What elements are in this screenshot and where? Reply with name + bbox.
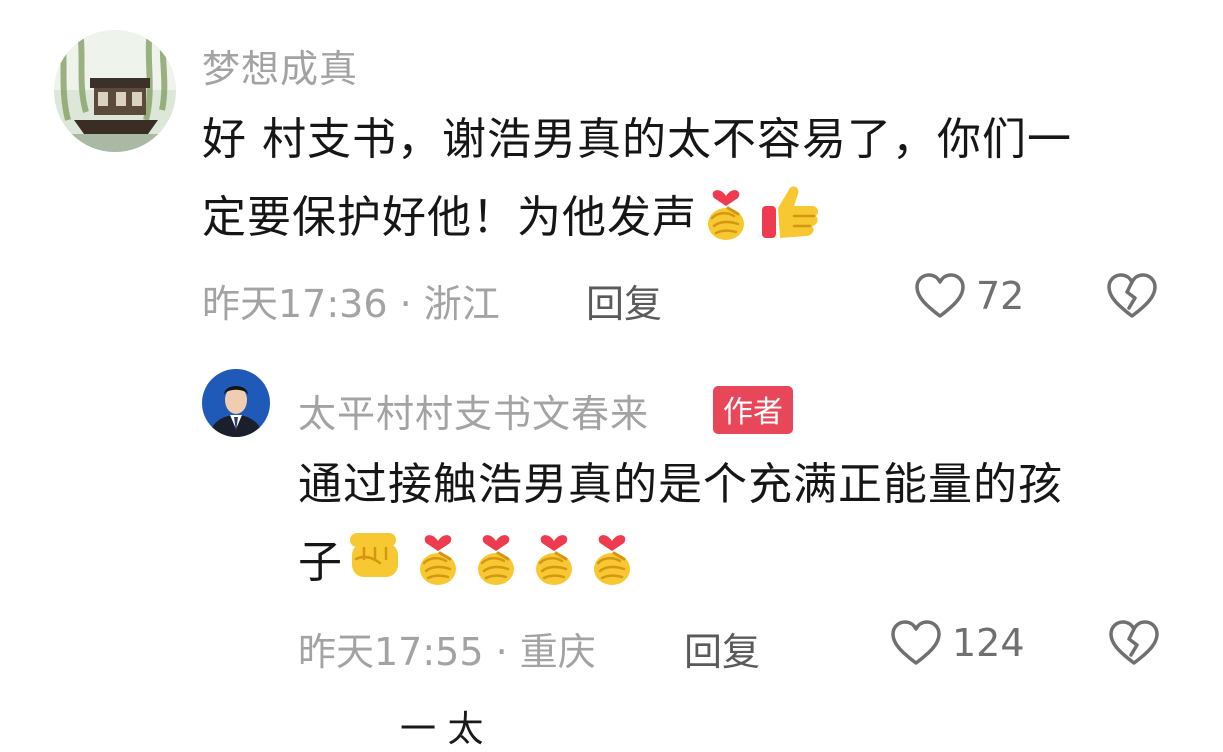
reply-meta: 昨天17:55 · 重庆 — [298, 621, 596, 676]
meta-separator: · — [483, 630, 520, 674]
finger-heart-emoji — [412, 527, 464, 587]
comment-like-button[interactable]: 72 — [914, 272, 1024, 320]
reply-time: 昨天17:55 — [298, 630, 484, 674]
fist-emoji — [346, 527, 406, 587]
commenter-username[interactable]: 梦想成真 — [202, 38, 358, 93]
heart-icon — [890, 619, 942, 667]
comment-like-count: 72 — [976, 274, 1025, 318]
comment-meta: 昨天17:36 · 浙江 — [202, 273, 500, 328]
reply-line-2-text: 子 — [298, 537, 343, 588]
author-badge: 作者 — [713, 386, 793, 434]
reply-like-count: 124 — [952, 621, 1025, 665]
reply-reply-button[interactable]: 回复 — [684, 621, 760, 676]
meta-separator: · — [387, 282, 424, 326]
reply-text: 通过接触浩男真的是个充满正能量的孩 子 — [298, 446, 1198, 602]
comment-dislike-button[interactable] — [1106, 272, 1158, 320]
heart-icon — [914, 272, 966, 320]
reply-line-1: 通过接触浩男真的是个充满正能量的孩 — [298, 459, 1063, 510]
thumbs-up-emoji — [758, 182, 822, 242]
comment-line-2-text: 定要保护好他！为他发声 — [202, 192, 697, 243]
reply-dislike-button[interactable] — [1108, 619, 1160, 667]
reply-location: 重庆 — [519, 630, 596, 674]
cut-off-next-comment: 一 太 — [400, 709, 484, 750]
comment-time: 昨天17:36 — [202, 282, 388, 326]
broken-heart-icon — [1106, 272, 1158, 320]
finger-heart-emoji — [528, 527, 580, 587]
author-username[interactable]: 太平村村支书文春来 — [298, 383, 649, 438]
broken-heart-icon — [1108, 619, 1160, 667]
reply-like-button[interactable]: 124 — [890, 619, 1025, 667]
finger-heart-emoji — [586, 527, 638, 587]
comment-line-1: 好 村支书，谢浩男真的太不容易了，你们一 — [202, 114, 1072, 165]
finger-heart-emoji — [470, 527, 522, 587]
commenter-avatar[interactable] — [54, 30, 176, 152]
comment-reply-button[interactable]: 回复 — [586, 273, 662, 328]
comment-location: 浙江 — [423, 282, 500, 326]
comment-line-2: 定要保护好他！为他发声 — [202, 179, 1192, 257]
finger-heart-emoji — [700, 182, 752, 242]
reply-line-2: 子 — [298, 524, 1198, 602]
comment-text: 好 村支书，谢浩男真的太不容易了，你们一 定要保护好他！为他发声 — [202, 101, 1192, 257]
author-avatar[interactable] — [202, 369, 270, 437]
